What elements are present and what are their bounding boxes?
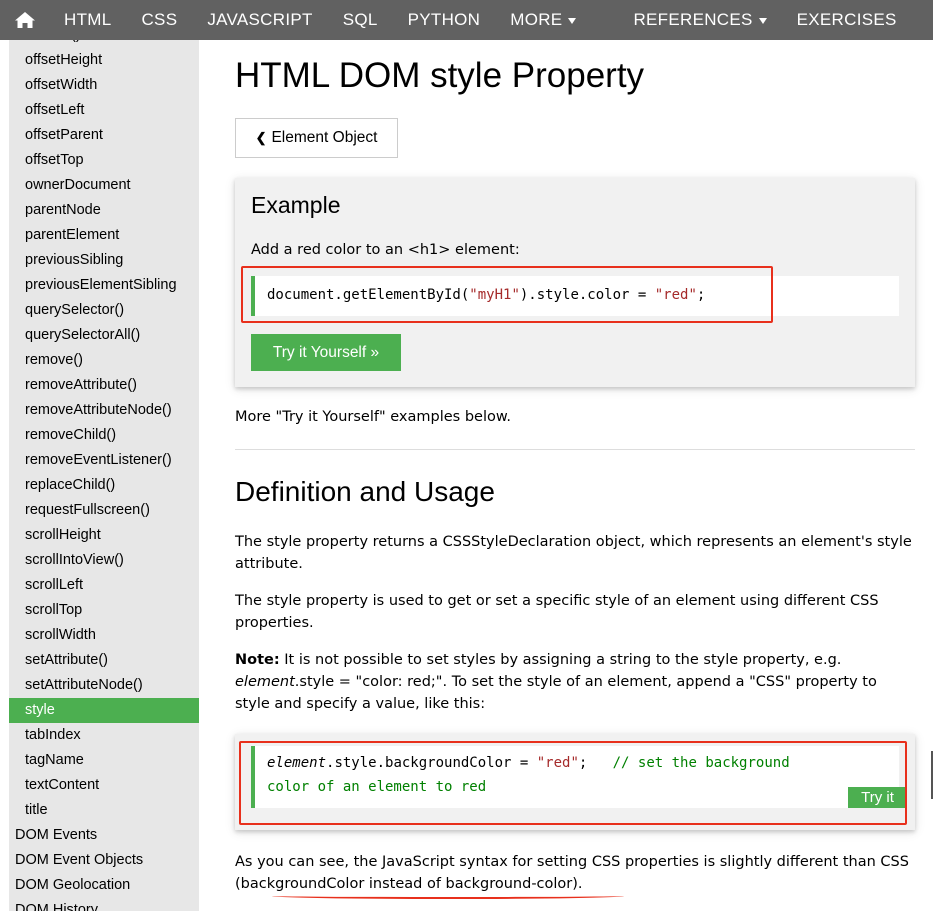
highlight-box-2 — [239, 741, 907, 825]
divider — [235, 449, 915, 450]
sidebar-item-removeattribute[interactable]: removeAttribute() — [9, 373, 199, 398]
sidebar-item-requestfullscreen[interactable]: requestFullscreen() — [9, 498, 199, 523]
red-underline-annotation — [272, 893, 624, 899]
sidebar-item-setattribute[interactable]: setAttribute() — [9, 648, 199, 673]
definition-paragraph-1: The style property returns a CSSStyleDec… — [235, 534, 912, 572]
try-it-yourself-button[interactable]: Try it Yourself » — [251, 334, 401, 371]
more-examples-text: More "Try it Yourself" examples below. — [235, 409, 512, 425]
nav-exercises-dropdown[interactable]: EXERCISES — [782, 0, 912, 40]
sidebar-item-remove[interactable]: remove() — [9, 348, 199, 373]
page-title: HTML DOM style Property — [235, 56, 645, 95]
sidebar-item-removeattributenode[interactable]: removeAttributeNode() — [9, 398, 199, 423]
sidebar-list: () offsetHeightoffsetWidthoffsetLeftoffs… — [9, 40, 199, 911]
example-panel: Example Add a red color to an <h1> eleme… — [235, 178, 915, 387]
sidebar-item-scrollheight[interactable]: scrollHeight — [9, 523, 199, 548]
nav-python[interactable]: PYTHON — [393, 0, 496, 40]
home-icon — [14, 12, 35, 28]
sidebar-item-offsetwidth[interactable]: offsetWidth — [9, 73, 199, 98]
sidebar: () offsetHeightoffsetWidthoffsetLeftoffs… — [0, 40, 199, 911]
sidebar-item-offsetparent[interactable]: offsetParent — [9, 123, 199, 148]
highlight-box — [241, 266, 773, 323]
nav-html[interactable]: HTML — [49, 0, 126, 40]
sidebar-item-parentelement[interactable]: parentElement — [9, 223, 199, 248]
sidebar-strip — [0, 40, 9, 911]
caret-down-icon — [568, 17, 577, 24]
nav-javascript[interactable]: JAVASCRIPT — [192, 0, 327, 40]
sidebar-item-previouselementsibling[interactable]: previousElementSibling — [9, 273, 199, 298]
sidebar-item-scrollintoview[interactable]: scrollIntoView() — [9, 548, 199, 573]
nav-references-dropdown[interactable]: REFERENCES — [618, 0, 781, 40]
sidebar-item-previoussibling[interactable]: previousSibling — [9, 248, 199, 273]
sidebar-item-scrolltop[interactable]: scrollTop — [9, 598, 199, 623]
sidebar-item-style[interactable]: style — [9, 698, 199, 723]
sidebar-item-removeeventlistener[interactable]: removeEventListener() — [9, 448, 199, 473]
sidebar-item-ownerdocument[interactable]: ownerDocument — [9, 173, 199, 198]
sidebar-item-partial[interactable]: () — [9, 40, 199, 48]
sidebar-item-removechild[interactable]: removeChild() — [9, 423, 199, 448]
syntax-paragraph: As you can see, the JavaScript syntax fo… — [235, 854, 909, 892]
element-object-button[interactable]: ❮ Element Object — [235, 118, 398, 158]
sidebar-item-offsetleft[interactable]: offsetLeft — [9, 98, 199, 123]
sidebar-item-tabindex[interactable]: tabIndex — [9, 723, 199, 748]
sidebar-item-title[interactable]: title — [9, 798, 199, 823]
nav-sql[interactable]: SQL — [328, 0, 393, 40]
sidebar-item-scrollwidth[interactable]: scrollWidth — [9, 623, 199, 648]
nav-more-dropdown[interactable]: MORE — [495, 0, 591, 40]
chevron-left-icon: ❮ — [255, 130, 267, 145]
sidebar-item-queryselector[interactable]: querySelector() — [9, 298, 199, 323]
definition-heading: Definition and Usage — [235, 476, 495, 507]
sidebar-item-setattributenode[interactable]: setAttributeNode() — [9, 673, 199, 698]
sidebar-section-domgeolocation[interactable]: DOM Geolocation — [9, 873, 199, 898]
home-button[interactable] — [0, 0, 49, 40]
nav-css[interactable]: CSS — [126, 0, 192, 40]
caret-down-icon — [758, 17, 767, 24]
sidebar-item-offsettop[interactable]: offsetTop — [9, 148, 199, 173]
sidebar-section-domhistory[interactable]: DOM History — [9, 898, 199, 911]
example-description: Add a red color to an <h1> element: — [251, 242, 520, 258]
sidebar-item-textcontent[interactable]: textContent — [9, 773, 199, 798]
example-heading: Example — [251, 192, 341, 218]
sidebar-item-replacechild[interactable]: replaceChild() — [9, 473, 199, 498]
top-navbar: HTML CSS JAVASCRIPT SQL PYTHON MORE REFE… — [0, 0, 933, 40]
sidebar-item-offsetheight[interactable]: offsetHeight — [9, 48, 199, 73]
sidebar-section-domevents[interactable]: DOM Events — [9, 823, 199, 848]
sidebar-item-scrollleft[interactable]: scrollLeft — [9, 573, 199, 598]
note-paragraph: Note: It is not possible to set styles b… — [235, 652, 877, 712]
sidebar-section-domeventobjects[interactable]: DOM Event Objects — [9, 848, 199, 873]
sidebar-item-parentnode[interactable]: parentNode — [9, 198, 199, 223]
sidebar-item-queryselectorall[interactable]: querySelectorAll() — [9, 323, 199, 348]
definition-paragraph-2: The style property is used to get or set… — [235, 593, 879, 631]
sidebar-item-tagname[interactable]: tagName — [9, 748, 199, 773]
